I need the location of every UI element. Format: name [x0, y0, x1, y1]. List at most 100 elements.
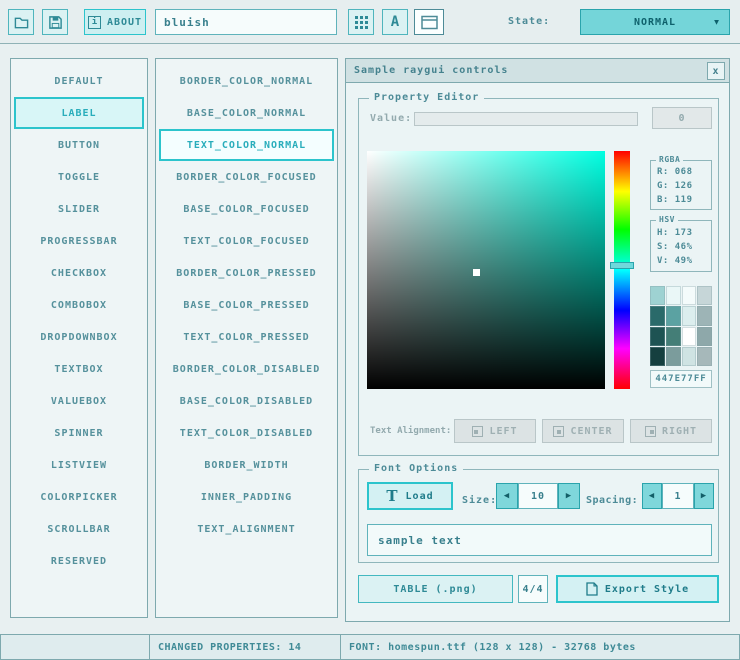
- hex-color-input[interactable]: 447E77FF: [650, 370, 712, 388]
- export-style-button[interactable]: Export Style: [556, 575, 719, 603]
- property-item[interactable]: BASE_COLOR_NORMAL: [159, 97, 334, 129]
- save-style-button[interactable]: [42, 9, 68, 35]
- control-item-slider[interactable]: SLIDER: [14, 193, 144, 225]
- property-item-selected[interactable]: TEXT_COLOR_NORMAL: [159, 129, 334, 161]
- palette-swatch[interactable]: [650, 306, 665, 325]
- size-value-box[interactable]: 10: [518, 483, 558, 509]
- control-item-button[interactable]: BUTTON: [14, 129, 144, 161]
- property-item[interactable]: BORDER_COLOR_NORMAL: [159, 65, 334, 97]
- spacing-decrease-button[interactable]: ◀: [642, 483, 662, 509]
- control-item-textbox[interactable]: TEXTBOX: [14, 353, 144, 385]
- palette-swatch[interactable]: [682, 286, 697, 305]
- color-sv-cursor[interactable]: [473, 269, 480, 276]
- align-right-button[interactable]: RIGHT: [630, 419, 712, 443]
- align-left-button[interactable]: LEFT: [454, 419, 536, 443]
- sample-text-input[interactable]: [367, 524, 712, 556]
- control-item-colorpicker[interactable]: COLORPICKER: [14, 481, 144, 513]
- control-item-listview[interactable]: LISTVIEW: [14, 449, 144, 481]
- control-item-valuebox[interactable]: VALUEBOX: [14, 385, 144, 417]
- hue-slider-handle[interactable]: [610, 262, 634, 269]
- size-increase-button[interactable]: ▶: [558, 483, 580, 509]
- align-left-icon: [472, 426, 483, 437]
- export-table-button[interactable]: TABLE (.png): [358, 575, 513, 603]
- property-item[interactable]: BORDER_COLOR_PRESSED: [159, 257, 334, 289]
- folder-open-icon: [14, 15, 29, 30]
- open-style-button[interactable]: [8, 9, 34, 35]
- hex-color-value: 447E77FF: [655, 374, 706, 384]
- property-item[interactable]: TEXT_COLOR_FOCUSED: [159, 225, 334, 257]
- control-item-reserved[interactable]: RESERVED: [14, 545, 144, 577]
- control-item-default[interactable]: DEFAULT: [14, 65, 144, 97]
- color-sv-square[interactable]: [367, 151, 605, 389]
- property-item[interactable]: BASE_COLOR_DISABLED: [159, 385, 334, 417]
- control-item-checkbox[interactable]: CHECKBOX: [14, 257, 144, 289]
- text-alignment-label: Text Alignment:: [370, 426, 451, 436]
- property-item[interactable]: BASE_COLOR_PRESSED: [159, 289, 334, 321]
- spacing-increase-button[interactable]: ▶: [694, 483, 714, 509]
- font-info-text: FONT: homespun.ttf (128 x 128) - 32768 b…: [349, 642, 636, 653]
- property-item[interactable]: TEXT_COLOR_DISABLED: [159, 417, 334, 449]
- font-load-button[interactable]: T Load: [367, 482, 453, 510]
- palette-swatch[interactable]: [666, 327, 681, 346]
- spacing-value-box[interactable]: 1: [662, 483, 694, 509]
- about-button[interactable]: i ABOUT: [84, 9, 146, 35]
- palette-swatch[interactable]: [650, 327, 665, 346]
- align-center-icon: [553, 426, 564, 437]
- control-item-label[interactable]: LABEL: [14, 97, 144, 129]
- save-icon: [48, 15, 63, 30]
- property-item[interactable]: BORDER_WIDTH: [159, 449, 334, 481]
- font-a-icon: A: [391, 14, 399, 30]
- palette-swatch[interactable]: [666, 286, 681, 305]
- control-item-scrollbar[interactable]: SCROLLBAR: [14, 513, 144, 545]
- control-item-toggle[interactable]: TOGGLE: [14, 161, 144, 193]
- property-item[interactable]: BORDER_COLOR_FOCUSED: [159, 161, 334, 193]
- value-slider[interactable]: [414, 112, 638, 126]
- palette-swatch[interactable]: [666, 306, 681, 325]
- rgba-b-value: B: 119: [651, 193, 711, 207]
- font-options-group: Font Options T Load Size: ◀ 10 ▶ Spacing…: [358, 469, 719, 563]
- palette-swatch[interactable]: [682, 347, 697, 366]
- palette-swatch[interactable]: [682, 306, 697, 325]
- palette-swatch[interactable]: [697, 347, 712, 366]
- hue-bar[interactable]: [614, 151, 630, 389]
- rgba-group-label: RGBA: [656, 155, 683, 164]
- state-dropdown[interactable]: NORMAL ▼: [580, 9, 730, 35]
- spacing-value: 1: [674, 491, 681, 502]
- grid-view-button[interactable]: [348, 9, 374, 35]
- control-item-dropdownbox[interactable]: DROPDOWNBOX: [14, 321, 144, 353]
- value-box[interactable]: 0: [652, 107, 712, 129]
- palette-swatch[interactable]: [697, 286, 712, 305]
- font-options-group-label: Font Options: [369, 463, 463, 474]
- property-item[interactable]: TEXT_ALIGNMENT: [159, 513, 334, 545]
- size-decrease-button[interactable]: ◀: [496, 483, 518, 509]
- palette-swatch-selected[interactable]: [682, 327, 697, 346]
- palette-swatch[interactable]: [697, 327, 712, 346]
- size-value: 10: [531, 491, 545, 502]
- hsv-h-value: H: 173: [651, 226, 711, 240]
- align-center-button[interactable]: CENTER: [542, 419, 624, 443]
- align-left-label: LEFT: [489, 426, 517, 437]
- font-button[interactable]: A: [382, 9, 408, 35]
- palette-swatch[interactable]: [650, 347, 665, 366]
- window-style-button[interactable]: [414, 9, 444, 35]
- property-item[interactable]: BORDER_COLOR_DISABLED: [159, 353, 334, 385]
- about-button-label: ABOUT: [107, 17, 142, 28]
- sample-window-titlebar[interactable]: Sample raygui controls: [346, 59, 729, 83]
- palette-swatch[interactable]: [666, 347, 681, 366]
- window-close-button[interactable]: x: [707, 62, 725, 80]
- control-item-progressbar[interactable]: PROGRESSBAR: [14, 225, 144, 257]
- control-item-spinner[interactable]: SPINNER: [14, 417, 144, 449]
- palette-swatch[interactable]: [650, 286, 665, 305]
- spacing-label: Spacing:: [586, 495, 638, 506]
- palette-swatch[interactable]: [697, 306, 712, 325]
- property-item[interactable]: INNER_PADDING: [159, 481, 334, 513]
- property-item[interactable]: TEXT_COLOR_PRESSED: [159, 321, 334, 353]
- rgba-r-value: R: 068: [651, 165, 711, 179]
- right-arrow-icon: ▶: [701, 491, 707, 501]
- statusbar-segment-empty: [0, 634, 150, 660]
- style-name-input[interactable]: [155, 9, 337, 35]
- font-load-label: Load: [406, 491, 434, 502]
- property-item[interactable]: BASE_COLOR_FOCUSED: [159, 193, 334, 225]
- export-count-box[interactable]: 4/4: [518, 575, 548, 603]
- control-item-combobox[interactable]: COMBOBOX: [14, 289, 144, 321]
